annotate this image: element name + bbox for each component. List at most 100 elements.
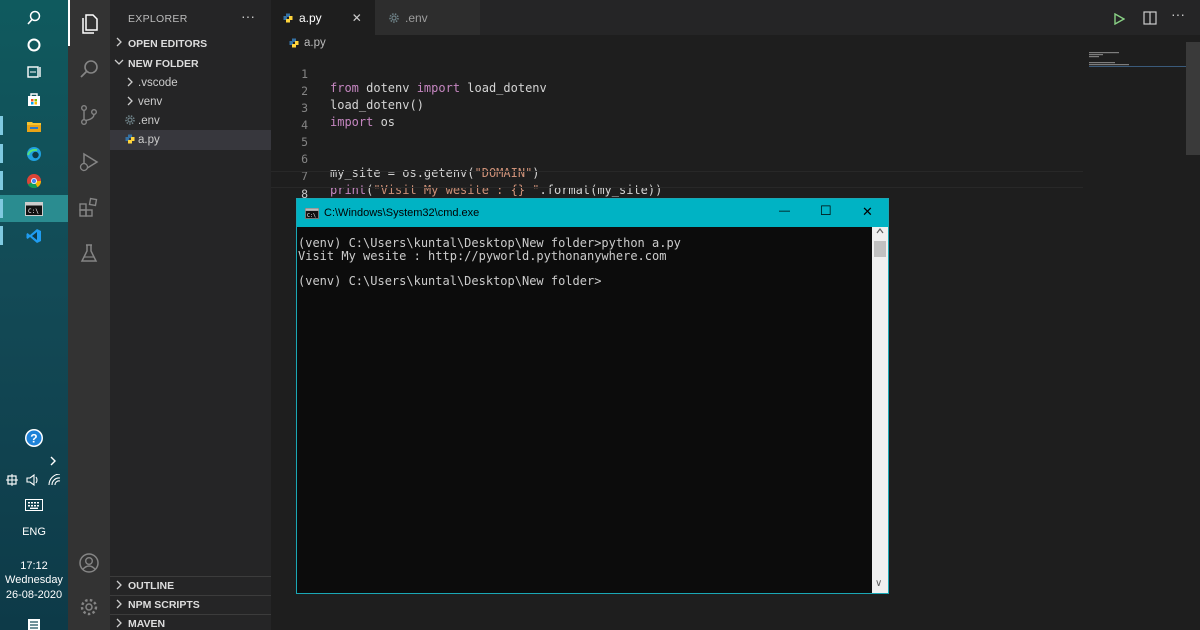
search-icon[interactable] xyxy=(0,4,68,31)
tab-label: .env xyxy=(405,10,428,25)
chrome-icon[interactable] xyxy=(0,167,68,194)
file-explorer-icon[interactable] xyxy=(0,112,68,139)
running-indicator xyxy=(0,171,3,190)
minimap[interactable] xyxy=(1089,52,1190,72)
chevron-right-icon xyxy=(110,599,128,612)
task-view-icon[interactable] xyxy=(0,58,68,85)
clock-day[interactable]: Wednesday xyxy=(0,574,68,587)
outline-section[interactable]: OUTLINE xyxy=(110,576,271,595)
extensions-icon[interactable] xyxy=(68,184,110,230)
maximize-button[interactable]: ☐ xyxy=(820,203,832,219)
tree-item-apy[interactable]: a.py xyxy=(110,130,271,150)
store-icon[interactable] xyxy=(0,85,68,112)
run-python-file-icon[interactable] xyxy=(1113,12,1126,30)
tree-item-vscode[interactable]: .vscode xyxy=(110,73,271,93)
more-actions-button[interactable]: ··· xyxy=(241,8,255,24)
tab-label: a.py xyxy=(299,10,322,25)
code-line-current[interactable]: 8 xyxy=(271,171,1083,201)
search-icon[interactable] xyxy=(68,46,110,92)
chevron-right-icon xyxy=(122,96,138,109)
maven-section[interactable]: MAVEN xyxy=(110,614,271,630)
python-file-icon xyxy=(283,13,293,23)
chevron-right-icon xyxy=(122,77,138,90)
explorer-icon[interactable] xyxy=(68,0,110,46)
svg-text:C:\: C:\ xyxy=(28,208,39,215)
chevron-right-icon xyxy=(110,37,128,50)
breadcrumb-label: a.py xyxy=(304,37,326,49)
desktop-screen: C:\ ? ENG 17:12 Wednesday 26-08-2020 EXP… xyxy=(0,0,1200,630)
chevron-right-icon xyxy=(110,580,128,593)
cortana-icon[interactable] xyxy=(0,31,68,58)
language-indicator[interactable]: ENG xyxy=(0,526,68,539)
explorer-sidebar: EXPLORER ··· OPEN EDITORS NEW FOLDER .vs… xyxy=(110,0,271,630)
editor-scrollbar[interactable] xyxy=(1186,42,1200,155)
chevron-down-icon xyxy=(110,58,128,69)
clock-date[interactable]: 26-08-2020 xyxy=(0,589,68,602)
svg-text:C:\: C:\ xyxy=(307,213,316,219)
clock-time[interactable]: 17:12 xyxy=(0,560,68,573)
cmd-line: (venv) C:\Users\kuntal\Desktop\New folde… xyxy=(298,236,681,250)
cmd-line: Visit My wesite : http://pyworld.pythona… xyxy=(298,248,667,263)
code-line[interactable]: 3 import os xyxy=(271,86,1083,129)
npm-scripts-section[interactable]: NPM SCRIPTS xyxy=(110,595,271,614)
cmd-line xyxy=(298,262,872,275)
running-indicator xyxy=(0,144,3,163)
open-editors-section[interactable]: OPEN EDITORS xyxy=(110,34,271,53)
edge-icon[interactable] xyxy=(0,140,68,167)
maven-label: MAVEN xyxy=(128,618,166,630)
cmd-icon: C:\ xyxy=(305,207,319,219)
breadcrumb[interactable]: a.py xyxy=(289,37,326,49)
cmd-icon[interactable]: C:\ xyxy=(0,195,68,222)
cmd-window[interactable]: C:\ C:\Windows\System32\cmd.exe — ☐ ✕ (v… xyxy=(296,198,889,594)
code-line[interactable]: 4 xyxy=(271,103,1083,132)
chevron-right-icon xyxy=(110,618,128,630)
close-button[interactable]: ✕ xyxy=(862,204,873,220)
wifi-icon[interactable] xyxy=(48,472,62,491)
keyboard-icon[interactable] xyxy=(0,491,68,518)
npm-scripts-label: NPM SCRIPTS xyxy=(128,599,200,611)
outline-label: OUTLINE xyxy=(128,580,175,592)
cmd-output[interactable]: (venv) C:\Users\kuntal\Desktop\New folde… xyxy=(297,227,872,593)
svg-text:?: ? xyxy=(30,431,37,445)
cmd-title-bar[interactable]: C:\ C:\Windows\System32\cmd.exe — ☐ ✕ xyxy=(297,199,888,227)
windows-taskbar: C:\ ? ENG 17:12 Wednesday 26-08-2020 xyxy=(0,0,68,630)
settings-gear-icon[interactable] xyxy=(68,584,110,630)
code-line[interactable]: 6 my_site = os.getenv("DOMAIN") xyxy=(271,137,1083,180)
open-editors-label: OPEN EDITORS xyxy=(128,37,208,50)
source-control-icon[interactable] xyxy=(68,92,110,138)
folder-section[interactable]: NEW FOLDER xyxy=(110,54,271,73)
code-line[interactable]: 1 from dotenv import load_dotenv xyxy=(271,52,1083,95)
editor-tabs: a.py ✕ .env ··· xyxy=(271,0,1200,35)
split-editor-icon[interactable] xyxy=(1143,11,1157,30)
activity-bar xyxy=(68,0,110,630)
minimize-button[interactable]: — xyxy=(779,205,790,217)
tree-item-venv[interactable]: venv xyxy=(110,92,271,112)
network-icon[interactable] xyxy=(6,473,18,491)
tree-item-label: .env xyxy=(138,115,160,127)
tree-item-label: .vscode xyxy=(138,77,178,89)
run-debug-icon[interactable] xyxy=(68,138,110,184)
running-indicator xyxy=(0,116,3,135)
close-tab-button[interactable]: ✕ xyxy=(352,11,362,25)
vscode-icon[interactable] xyxy=(0,222,68,249)
tree-item-env[interactable]: .env xyxy=(110,111,271,131)
tree-item-label: a.py xyxy=(138,134,160,146)
tab-apy[interactable]: a.py ✕ xyxy=(271,0,375,35)
more-actions-button[interactable]: ··· xyxy=(1171,6,1185,22)
scroll-down-arrow[interactable]: ∨ xyxy=(875,578,882,589)
code-line[interactable]: 7 print("Visit My wesite : {} ".format(m… xyxy=(271,154,1083,197)
testing-flask-icon[interactable] xyxy=(68,230,110,276)
code-line[interactable]: 5 xyxy=(271,120,1083,149)
tree-item-label: venv xyxy=(138,96,163,108)
notification-icon[interactable] xyxy=(0,611,68,630)
gear-file-icon xyxy=(122,114,138,128)
folder-label: NEW FOLDER xyxy=(128,57,199,70)
volume-icon[interactable] xyxy=(26,473,40,491)
tab-env[interactable]: .env xyxy=(375,0,480,35)
gear-file-icon xyxy=(389,12,399,23)
cmd-line: (venv) C:\Users\kuntal\Desktop\New folde… xyxy=(298,273,602,288)
accounts-icon[interactable] xyxy=(68,540,110,586)
cmd-scrollbar[interactable]: ∨ xyxy=(872,227,888,593)
cmd-title: C:\Windows\System32\cmd.exe xyxy=(324,207,480,219)
code-line[interactable]: 2 load_dotenv() xyxy=(271,69,1083,112)
